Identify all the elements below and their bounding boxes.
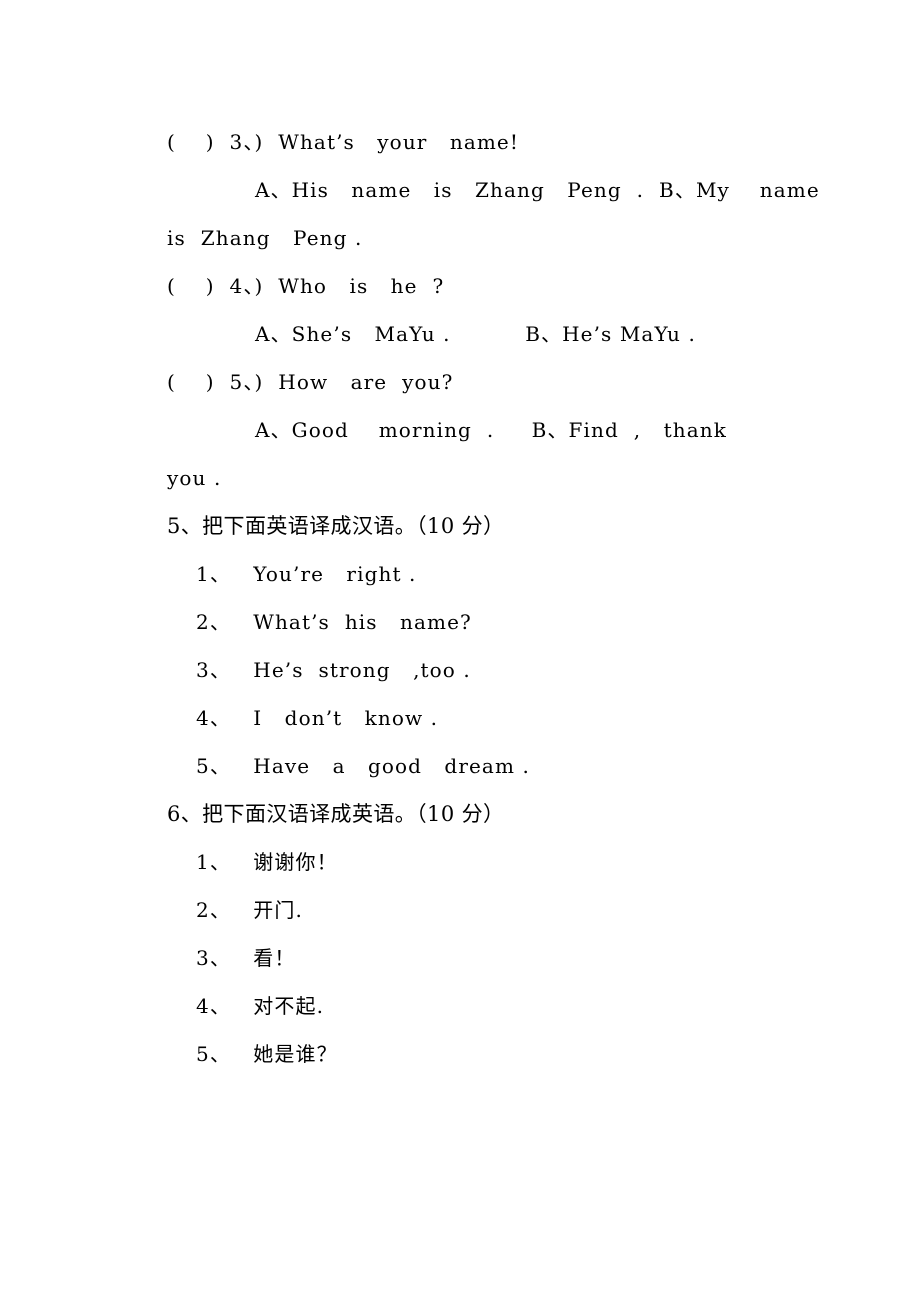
section-6-item-3: 3、 看！ bbox=[196, 946, 296, 970]
mc-question-5-options-line-2: you . bbox=[167, 466, 222, 490]
section-6-item-1: 1、 谢谢你！ bbox=[196, 850, 338, 874]
section-5-item-4: 4、 I don’t know . bbox=[196, 706, 439, 730]
mc-question-3-stem: ( ) 3、) What’s your name! bbox=[167, 130, 519, 154]
mc-question-4-stem: ( ) 4、) Who is he ? bbox=[167, 274, 445, 298]
mc-question-3-options-line-2: is Zhang Peng . bbox=[167, 226, 363, 250]
section-5-item-1: 1、 You’re right . bbox=[196, 562, 417, 586]
mc-question-5-options-line-1: A、Good morning . B、Find , thank bbox=[255, 418, 727, 442]
section-6-item-2: 2、 开门. bbox=[196, 898, 303, 922]
mc-question-4-options-line-1: A、She’s MaYu . B、He’s MaYu . bbox=[255, 322, 696, 346]
section-6-item-5: 5、 她是谁？ bbox=[196, 1042, 338, 1066]
section-5-item-3: 3、 He’s strong ,too . bbox=[196, 658, 471, 682]
section-6-heading: 6、把下面汉语译成英语。（10 分） bbox=[167, 802, 505, 826]
page-content: ( ) 3、) What’s your name! A、His name is … bbox=[167, 118, 867, 1078]
mc-question-5-stem: ( ) 5、) How are you? bbox=[167, 370, 454, 394]
mc-question-3-options-line-1: A、His name is Zhang Peng . B、My name bbox=[255, 178, 820, 202]
section-5-item-5: 5、 Have a good dream . bbox=[196, 754, 530, 778]
section-5-item-2: 2、 What’s his name? bbox=[196, 610, 472, 634]
exam-paper-page: ( ) 3、) What’s your name! A、His name is … bbox=[0, 0, 920, 1302]
section-5-heading: 5、把下面英语译成汉语。（10 分） bbox=[167, 514, 505, 538]
section-6-item-4: 4、 对不起. bbox=[196, 994, 325, 1018]
